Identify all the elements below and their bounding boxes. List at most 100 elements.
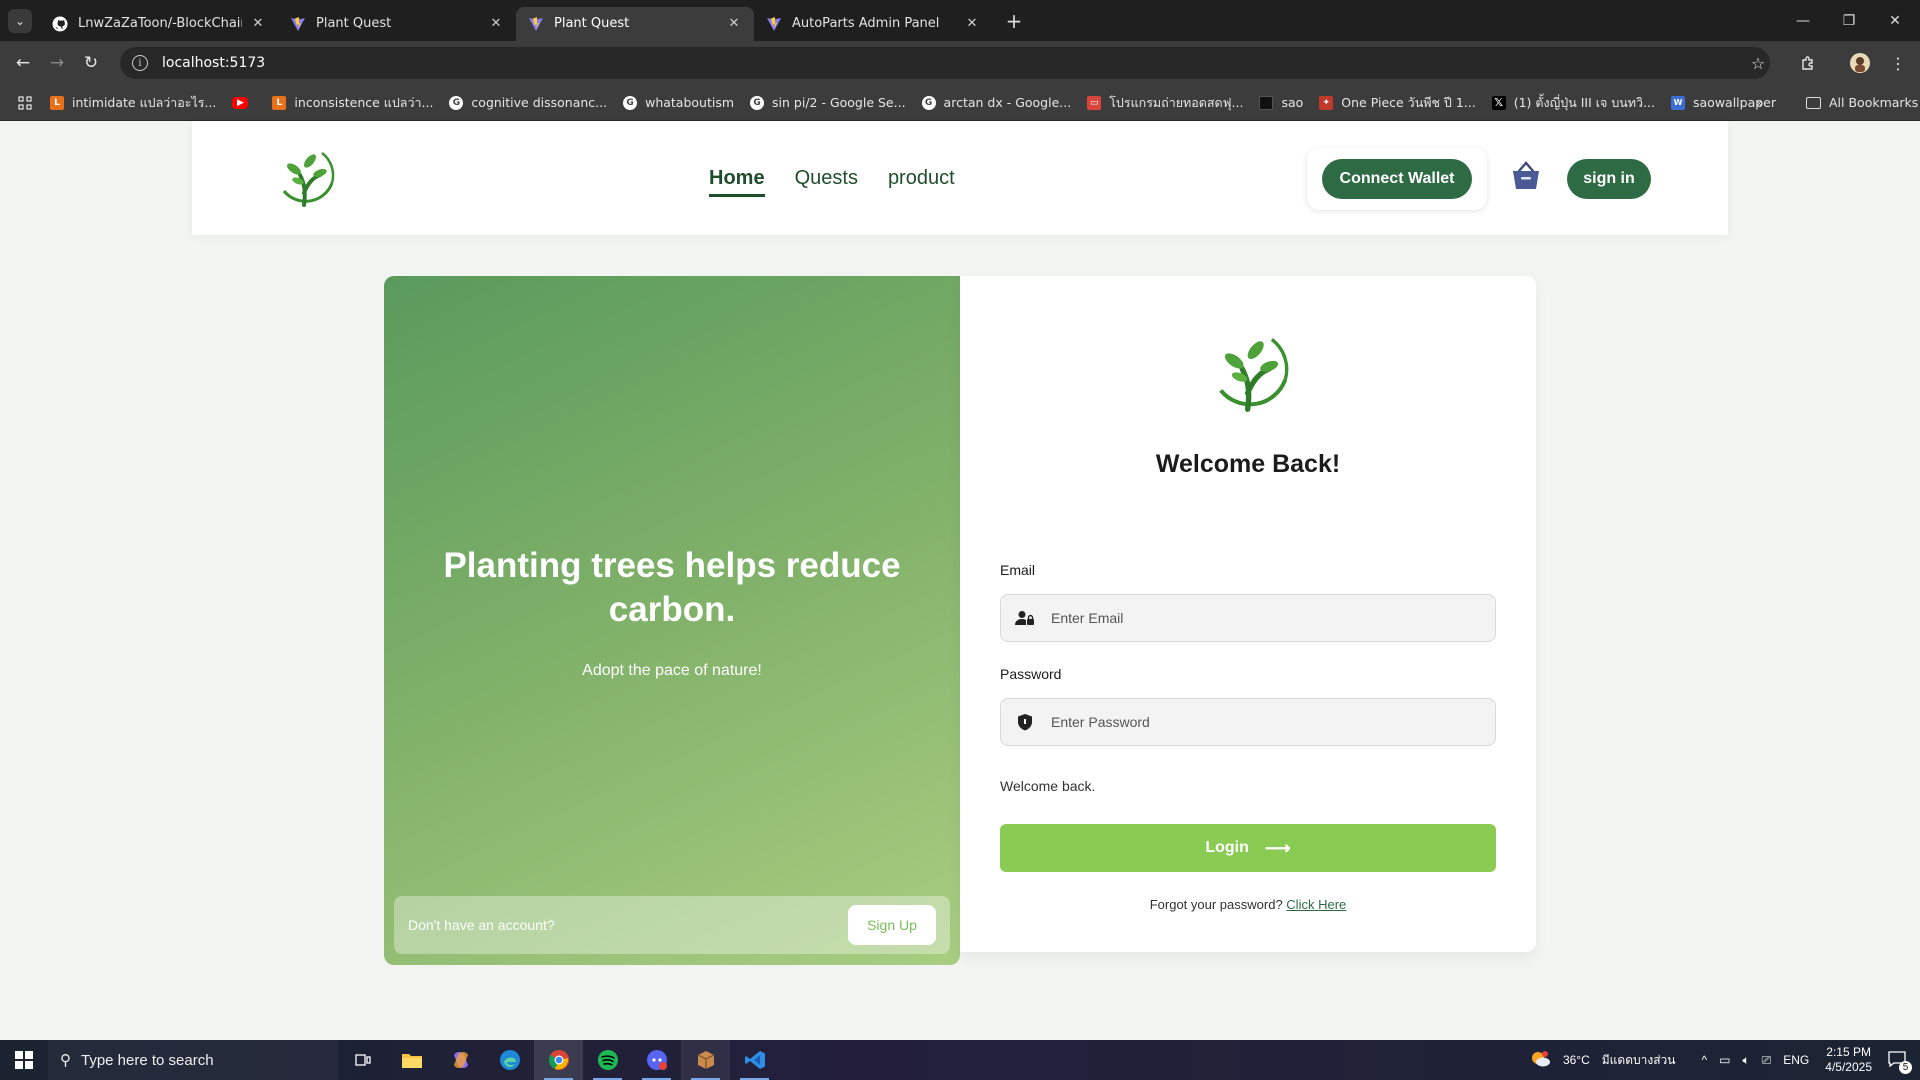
sign-in-button[interactable]: sign in bbox=[1567, 159, 1651, 199]
browser-tab-autoparts[interactable]: AutoParts Admin Panel ✕ bbox=[754, 7, 992, 41]
clock[interactable]: 2:15 PM 4/5/2025 bbox=[1825, 1045, 1872, 1075]
site-header: Home Quests product Connect Wallet sign … bbox=[192, 121, 1728, 235]
chrome-icon[interactable] bbox=[534, 1040, 583, 1080]
user-lock-icon bbox=[1015, 608, 1035, 628]
forward-arrow-icon[interactable]: → bbox=[40, 46, 74, 80]
bookmark-item[interactable]: ▭ โปรแกรมถ่ายทอดสดฟุ... bbox=[1087, 93, 1243, 113]
minimize-icon[interactable]: — bbox=[1780, 0, 1826, 41]
browser-tab-github[interactable]: LnwZaZaToon/-BlockChainPlant ✕ bbox=[40, 7, 278, 41]
longdo-icon: L bbox=[272, 95, 287, 110]
browser-tab-bar: ⌄ LnwZaZaToon/-BlockChainPlant ✕ Plant Q… bbox=[0, 0, 1920, 41]
bookmarks-overflow-chevron-icon[interactable]: » bbox=[1756, 95, 1764, 110]
bookmark-label: arctan dx - Google... bbox=[943, 95, 1072, 110]
bookmark-item[interactable]: L intimidate แปลว่าอะไร... bbox=[50, 93, 216, 113]
login-button[interactable]: Login ⟶ bbox=[1000, 824, 1496, 872]
bookmark-item[interactable]: G arctan dx - Google... bbox=[921, 95, 1072, 110]
shopping-basket-icon[interactable] bbox=[1510, 159, 1542, 193]
network-icon[interactable]: ▭ bbox=[1719, 1053, 1730, 1067]
site-info-icon[interactable]: i bbox=[132, 55, 148, 71]
weather-location: มีแดดบางส่วน bbox=[1601, 1052, 1676, 1067]
bookmark-label: โปรแกรมถ่ายทอดสดฟุ... bbox=[1109, 94, 1244, 110]
tab-title: LnwZaZaToon/-BlockChainPlant bbox=[78, 16, 242, 31]
login-button-label: Login bbox=[1205, 839, 1249, 856]
github-icon bbox=[52, 16, 68, 32]
google-icon: G bbox=[623, 95, 638, 110]
browser-tab-plant-quest[interactable]: Plant Quest ✕ bbox=[278, 7, 516, 41]
nav-quests-link[interactable]: Quests bbox=[795, 167, 858, 197]
close-tab-icon[interactable]: ✕ bbox=[488, 16, 504, 32]
close-window-icon[interactable]: ✕ bbox=[1872, 0, 1918, 41]
windows-start-icon[interactable] bbox=[0, 1040, 48, 1080]
bookmark-item[interactable]: L inconsistence แปลว่า... bbox=[272, 93, 433, 113]
nav-home-link[interactable]: Home bbox=[709, 167, 765, 197]
bookmark-label: whataboutism bbox=[645, 95, 735, 110]
plant-logo-icon[interactable] bbox=[270, 143, 340, 213]
bookmark-item[interactable]: 𝕏 (1) ตั้งญี่ปุ่น III เจ บนทวิ... bbox=[1491, 93, 1655, 113]
taskbar-search-box[interactable]: ⚲ Type here to search bbox=[48, 1040, 338, 1080]
package-icon[interactable] bbox=[681, 1040, 730, 1080]
password-input[interactable] bbox=[1051, 714, 1471, 730]
bookmark-item[interactable]: G cognitive dissonanc... bbox=[449, 95, 607, 110]
back-arrow-icon[interactable]: ← bbox=[6, 46, 40, 80]
spotify-icon[interactable] bbox=[583, 1040, 632, 1080]
email-input[interactable] bbox=[1051, 610, 1471, 626]
all-bookmarks-button[interactable]: All Bookmarks bbox=[1806, 95, 1918, 110]
apps-grid-icon[interactable] bbox=[0, 86, 50, 120]
close-tab-icon[interactable]: ✕ bbox=[726, 16, 742, 32]
language-indicator[interactable]: ENG bbox=[1783, 1053, 1809, 1067]
close-tab-icon[interactable]: ✕ bbox=[250, 16, 266, 32]
password-label: Password bbox=[1000, 666, 1062, 682]
email-label: Email bbox=[1000, 562, 1036, 578]
display-icon[interactable]: ⎚ bbox=[1762, 1053, 1772, 1068]
connect-wallet-container: Connect Wallet bbox=[1307, 148, 1487, 210]
vite-icon bbox=[766, 16, 782, 32]
nav-product-link[interactable]: product bbox=[888, 167, 955, 197]
more-menu-icon[interactable]: ⋮ bbox=[1882, 47, 1914, 79]
vite-icon bbox=[528, 16, 544, 32]
edge-icon[interactable] bbox=[485, 1040, 534, 1080]
volume-icon[interactable]: 🔈︎ bbox=[1742, 1053, 1749, 1068]
bookmark-item[interactable]: ▶ bbox=[232, 96, 256, 109]
reload-icon[interactable]: ↻ bbox=[74, 46, 108, 80]
notification-count: 5 bbox=[1899, 1060, 1912, 1074]
wallpaper-icon: W bbox=[1671, 95, 1685, 110]
bookmark-label: One Piece วันพีช ปี 1... bbox=[1341, 94, 1476, 110]
discord-icon[interactable] bbox=[632, 1040, 681, 1080]
weather-icon[interactable] bbox=[1529, 1049, 1551, 1072]
sao-icon bbox=[1259, 95, 1274, 110]
youtube-icon: ▶ bbox=[232, 96, 249, 109]
forgot-password-link[interactable]: Click Here bbox=[1286, 897, 1346, 912]
address-bar: ← → ↻ i localhost:5173 ☆ ⋮ bbox=[0, 41, 1920, 85]
bookmark-item[interactable]: G whataboutism bbox=[623, 95, 734, 110]
new-tab-plus-icon[interactable]: + bbox=[1000, 9, 1028, 33]
vscode-icon[interactable] bbox=[730, 1040, 779, 1080]
bookmark-item[interactable]: ✦ One Piece วันพีช ปี 1... bbox=[1319, 93, 1476, 113]
sign-up-button[interactable]: Sign Up bbox=[848, 905, 936, 945]
url-omnibox[interactable]: i localhost:5173 bbox=[120, 47, 1770, 79]
weather-temp[interactable]: 36°C bbox=[1563, 1053, 1590, 1067]
url-text: localhost:5173 bbox=[162, 55, 266, 71]
tv-icon: ▭ bbox=[1087, 95, 1102, 110]
close-tab-icon[interactable]: ✕ bbox=[964, 16, 980, 32]
copilot-icon[interactable] bbox=[436, 1040, 485, 1080]
restore-icon[interactable]: ❐ bbox=[1826, 0, 1872, 41]
notifications-icon[interactable]: 5 bbox=[1888, 1050, 1912, 1074]
clock-date: 4/5/2025 bbox=[1825, 1060, 1872, 1074]
tab-search-chevron-icon[interactable]: ⌄ bbox=[8, 8, 32, 33]
folder-icon bbox=[1806, 96, 1821, 109]
bookmark-item[interactable]: G sin pi/2 - Google Se... bbox=[750, 95, 906, 110]
file-explorer-icon[interactable] bbox=[387, 1040, 436, 1080]
clock-time: 2:15 PM bbox=[1826, 1045, 1871, 1059]
bookmark-item[interactable]: sao bbox=[1259, 95, 1303, 110]
login-form-panel: Welcome Back! Email Password Welcome bac… bbox=[960, 276, 1536, 952]
taskbar-search-placeholder: Type here to search bbox=[81, 1051, 214, 1069]
profile-avatar[interactable] bbox=[1844, 47, 1876, 79]
bookmarks-bar: L intimidate แปลว่าอะไร... ▶ L inconsist… bbox=[0, 85, 1920, 121]
browser-tab-plant-quest-active[interactable]: Plant Quest ✕ bbox=[516, 6, 754, 41]
task-view-icon[interactable] bbox=[338, 1040, 387, 1080]
extensions-puzzle-icon[interactable] bbox=[1792, 47, 1824, 79]
shield-icon bbox=[1015, 712, 1035, 732]
connect-wallet-button[interactable]: Connect Wallet bbox=[1322, 159, 1472, 199]
bookmark-star-icon[interactable]: ☆ bbox=[1742, 47, 1774, 79]
tray-chevron-icon[interactable]: ^ bbox=[1701, 1053, 1707, 1067]
